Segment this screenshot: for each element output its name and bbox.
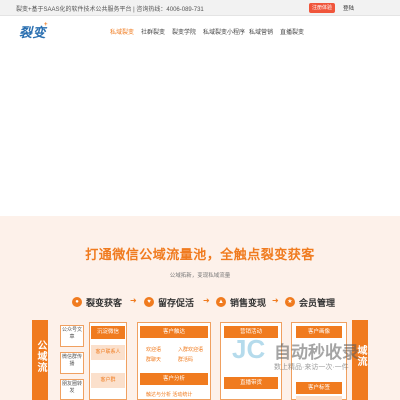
step-acquire: ● 裂变获客 [72, 295, 122, 309]
step-retain: ♥ 留存促活 [144, 295, 194, 309]
hero-banner [0, 46, 400, 216]
people-icon: ● [72, 297, 82, 307]
section-title: 打通微信公域流量池，全触点裂变获客 [85, 247, 315, 262]
touch-item: 群活码 [178, 357, 194, 363]
retain-item: 客户联系人 [91, 345, 125, 360]
arrow-right-icon: ➜ [272, 296, 279, 305]
logo-plus-mark: + [44, 22, 48, 28]
section-subtitle: 公域拓新，变现私域流量 [169, 273, 231, 279]
top-bar: 裂变+基于SAAS化的软件技术公共服务平台 | 咨询热线：4006-089-73… [0, 0, 400, 16]
channel-card: 公众号文章 [60, 325, 84, 347]
touch-item: 入群欢迎语 [178, 347, 204, 353]
arrow-right-icon: ➜ [203, 296, 210, 305]
step-label: 留存促活 [158, 297, 195, 308]
step-label: 销售变现 [230, 297, 267, 308]
register-trial-button[interactable]: 注册体验 [309, 3, 335, 13]
heart-icon: ♥ [144, 297, 154, 307]
topbar-info-text: 裂变+基于SAAS化的软件技术公共服务平台 | 咨询热线：4006-089-73… [16, 7, 204, 13]
channel-card: 微信群传播 [60, 352, 84, 374]
channel-card: 朋友圈转发 [60, 379, 84, 400]
step-label: 会员管理 [299, 297, 336, 308]
chart-icon: ▲ [216, 297, 226, 307]
step-convert: ▲ 销售变现 [216, 295, 266, 309]
site-logo[interactable]: 裂变 [19, 22, 46, 41]
watermark-logo-icon: JC [232, 334, 266, 364]
retain-item: 客户群 [91, 373, 125, 388]
nav-item-miniprogram[interactable]: 私域裂变小程序 [203, 27, 245, 36]
watermark-overlay: JC 自动秒收录 数上精品·来访一次·一件 [232, 334, 382, 384]
main-navbar [0, 16, 400, 46]
login-link[interactable]: 登陆 [343, 4, 354, 12]
member-icon: ★ [285, 297, 295, 307]
nav-item-live-fission[interactable]: 直播裂变 [280, 27, 304, 36]
analysis-item: 触达与分析 活动统计 [146, 392, 193, 398]
nav-item-fission-academy[interactable]: 裂变学院 [172, 27, 196, 36]
arrow-right-icon: ➜ [130, 296, 137, 305]
touch-head: 客户触达 [140, 326, 208, 338]
step-label: 裂变获客 [86, 297, 123, 308]
touch-item: 群聊天 [146, 357, 162, 363]
nav-item-community-fission[interactable]: 社群裂变 [141, 27, 165, 36]
member-item-partial [296, 396, 342, 400]
step-member: ★ 会员管理 [285, 295, 335, 309]
retain-head: 沉淀微信 [91, 326, 125, 339]
nav-item-private-fission[interactable]: 私域裂变 [110, 27, 134, 36]
touch-item: 欢迎语 [146, 347, 162, 353]
left-pillar-label: 公域流 [35, 340, 46, 373]
watermark-brand: 自动秒收录 [274, 343, 359, 362]
watermark-slogan: 数上精品·来访一次·一件 [274, 364, 349, 371]
nav-item-private-marketing[interactable]: 私域营销 [249, 27, 273, 36]
analysis-head: 客户分析 [140, 373, 208, 385]
